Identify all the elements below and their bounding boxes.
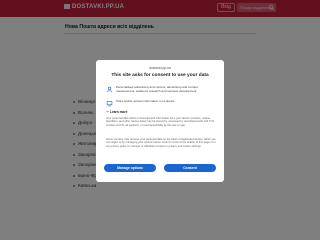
consent-title: This site asks for consent to use your d… [111, 73, 209, 78]
purpose-ads-text: Personalised advertising and content, ad… [116, 85, 198, 93]
site-name: dostavki.pp.ua [149, 66, 171, 70]
chevron-down-icon [106, 110, 109, 113]
consent-button[interactable]: Consent [164, 164, 216, 172]
purpose-storage-text: Store and/or access information on a dev… [116, 99, 175, 103]
learn-more-link[interactable]: Learn more [106, 110, 127, 114]
personalization-icon [106, 86, 113, 93]
consent-dialog: dostavki.pp.ua This site asks for consen… [96, 60, 224, 182]
consent-body-text: Your personal data will be processed and… [106, 117, 215, 127]
device-storage-icon [106, 101, 113, 107]
manage-options-button[interactable]: Manage options [104, 164, 156, 172]
consent-legitimate-interest-text: Some vendors may process your personal d… [106, 138, 216, 148]
learn-more-label: Learn more [110, 110, 128, 114]
